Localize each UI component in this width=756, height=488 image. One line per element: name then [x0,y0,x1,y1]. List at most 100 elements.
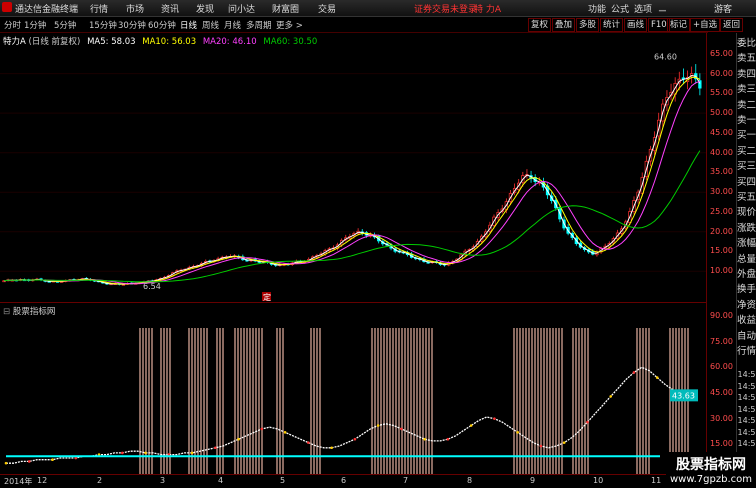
signal-bar [528,328,530,474]
stock-tab[interactable]: 特 力A [474,2,501,15]
signal-bar [572,328,574,474]
indicator-dot [330,446,333,450]
indicator-dot [609,395,613,398]
period-multi[interactable]: 多周期 [246,19,272,31]
quote-field: 买四 [737,176,756,188]
indicator-dot [190,451,194,455]
signal-bar [200,328,202,474]
quote-field: 外盘 [737,269,756,280]
indicator-tick: 30.00 [710,413,733,423]
ding-marker: 定 [263,292,271,301]
signal-bar [407,328,409,474]
signal-bar [561,328,563,474]
tick-time: 14:5 [737,427,756,437]
draw-line-button[interactable]: 画线 [624,18,648,32]
signal-bar [525,328,527,474]
minimize-icon[interactable]: ▁ [659,2,666,12]
signal-bar [237,328,239,474]
signal-bar [203,328,205,474]
date-tick: 5 [280,476,286,485]
date-tick: 4 [218,476,224,485]
signal-bar [246,328,248,474]
tick-time: 14:5 [737,416,756,425]
tick-time: 14:5 [737,381,756,391]
signal-bar [416,328,418,474]
candlestick-chart[interactable]: 64.60 6.54 定 [0,46,706,301]
period-daily[interactable]: 日线 [180,19,197,31]
signal-bar [636,328,638,474]
quote-field: 卖四 [737,68,756,80]
signal-bar [151,328,153,474]
menu-jiaoyi[interactable]: 交易 [318,2,336,15]
menu-faxian[interactable]: 发现 [196,2,214,15]
signal-bar [313,328,315,474]
signal-bar [404,328,406,474]
menu-gongneng[interactable]: 功能 [588,2,606,15]
menu-wenxiaoda[interactable]: 问小达 [228,2,255,15]
indicator-dot [260,427,264,431]
period-15min[interactable]: 15分钟 [89,19,117,31]
indicator-tick: 15.00 [710,439,733,449]
period-1min[interactable]: 1分钟 [24,19,46,31]
indicator-dot [120,451,124,455]
signal-bar [240,328,242,474]
price-tick: 65.00 [710,48,733,58]
menu-shichang[interactable]: 市场 [126,2,144,15]
date-tick: 7 [403,476,409,485]
price-tick: 45.00 [710,127,733,137]
price-tick: 10.00 [710,266,733,276]
menu-hangqing[interactable]: 行情 [90,2,108,15]
overlay-button[interactable]: 叠加 [552,18,576,32]
signal-bar [531,328,533,474]
period-monthly[interactable]: 月线 [224,19,241,31]
quote-field: 总量 [737,253,756,265]
date-tick: 9 [530,476,536,485]
current-value: 43.63 [672,391,695,400]
signal-bar [386,328,388,474]
signal-bar [249,328,251,474]
indicator-dot [539,444,543,448]
indicator-tick: 75.00 [710,336,733,346]
period-60min[interactable]: 60分钟 [148,19,176,31]
indicator-dot [51,458,54,462]
indicator-chart[interactable]: 43.63 [0,316,706,474]
signal-bar [398,328,400,474]
indicator-dot [469,424,473,427]
signal-bar [389,328,391,474]
back-button[interactable]: 返回 [720,18,744,32]
signal-bar [519,328,521,474]
guest-label[interactable]: 游客 [714,2,732,15]
stats-button[interactable]: 统计 [600,18,624,32]
menu-caifuquan[interactable]: 财富圈 [272,2,299,15]
quote-field: 买三 [737,161,756,173]
signal-bar [282,328,284,474]
fuquan-button[interactable]: 复权 [528,18,552,32]
signal-bar [537,328,539,474]
signal-bar [428,328,430,474]
tick-time: 14:5 [737,393,756,402]
period-weekly[interactable]: 周线 [202,19,219,31]
period-5min[interactable]: 5分钟 [54,19,76,31]
login-notice[interactable]: 证券交易未登录 [414,2,477,15]
period-fenshi[interactable]: 分时 [4,19,21,31]
indicator-dot [446,437,450,441]
signal-bar [513,328,515,474]
period-more[interactable]: 更多 > [276,19,303,31]
quote-field: 自动 [737,330,756,342]
signal-bar [546,328,548,474]
signal-bar [243,328,245,474]
price-tick: 35.00 [710,167,733,177]
menu-zixun[interactable]: 资讯 [161,2,179,15]
quote-field: 涨跌 [737,222,756,234]
signal-bar [419,328,421,474]
signal-bar [255,328,257,474]
signal-bar [395,328,397,474]
multi-stock-button[interactable]: 多股 [576,18,600,32]
add-watchlist-button[interactable]: +自选 [690,18,721,32]
period-30min[interactable]: 30分钟 [118,19,146,31]
price-tick: 25.00 [710,206,733,216]
mark-button[interactable]: 标记 [667,18,691,32]
signal-bar [578,328,580,474]
menu-gongshi[interactable]: 公式 [611,2,629,15]
menu-xuanxiang[interactable]: 选项 [634,2,652,15]
